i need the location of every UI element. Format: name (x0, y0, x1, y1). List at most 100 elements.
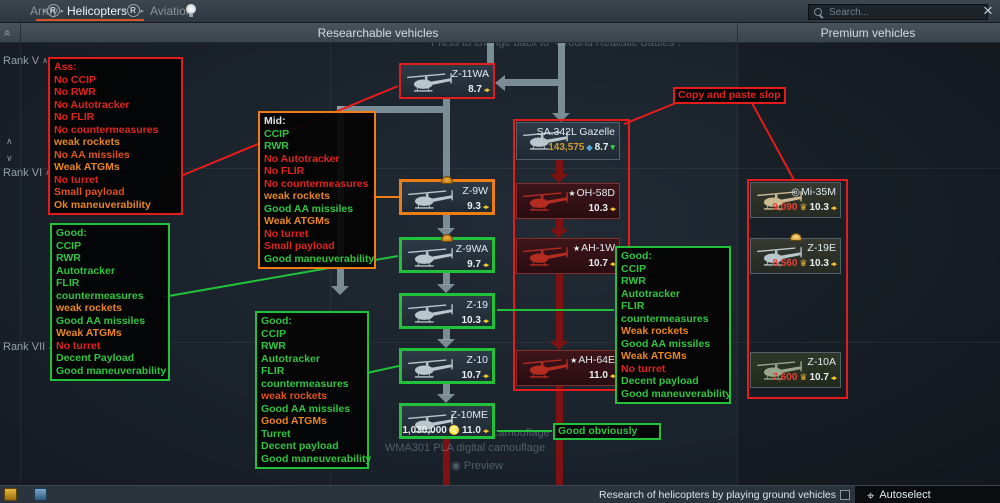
battle-rating: 10.7 (462, 370, 481, 381)
research-points-icon: ◆ (586, 143, 592, 152)
vehicle-card-z11wa[interactable]: Z-11WA 8.7◂▸ (399, 63, 495, 99)
annotation-line: FLIR (621, 300, 725, 313)
br-down-icon: ▾ (610, 142, 615, 153)
annotation-line: Mid: (264, 115, 370, 128)
top-bar: Army ◂R▸ Helicopters ◂R▸ Aviation × (0, 0, 1000, 23)
vehicle-card-z9wa[interactable]: Z-9WA 9.7◂▸ (399, 237, 495, 273)
annotation-line: countermeasures (621, 313, 725, 326)
tree-connector-arrowhead (437, 339, 455, 348)
vehicle-name: Z-10A (807, 356, 836, 368)
annotation-line: Good ATGMs (261, 415, 363, 428)
vehicle-card-ah64e[interactable]: ★AH-64E 11.0◂▸ (516, 350, 620, 386)
annotation-line: weak rockets (54, 136, 177, 149)
active-tab-underline (36, 19, 144, 21)
br-arrows-icon: ◂▸ (484, 86, 489, 94)
annotation-line: No turret (621, 363, 725, 376)
rank-vi-label[interactable]: Rank VI ∧ (3, 167, 51, 179)
annotation-note-good-obviously: Good obviously (553, 423, 661, 440)
vehicle-card-z9w[interactable]: Z-9W 9.3◂▸ (399, 179, 495, 215)
br-arrows-icon: ◂▸ (483, 372, 488, 380)
rank-vii-label[interactable]: Rank VII ∧ (3, 341, 54, 353)
controller-hint-right-icon: ◂R▸ (122, 4, 144, 17)
vehicle-card-z10[interactable]: Z-10 10.7◂▸ (399, 348, 495, 384)
annotation-line: Weak rockets (621, 325, 725, 338)
vehicle-card-gazelle[interactable]: SA.342L Gazelle 143,575◆8.7▾ (516, 122, 620, 160)
annotation-note-copy-paste: Copy and paste slop (673, 87, 786, 104)
premium-marker-icon: ◎ (791, 187, 800, 198)
golden-eagles-icon: ♛ (799, 372, 807, 383)
annotation-line: RWR (621, 275, 725, 288)
tree-connector-arrowhead (437, 394, 455, 403)
vehicle-name: OH-58D (576, 187, 615, 199)
search-input[interactable] (827, 6, 982, 19)
panel-header-bar: » Researchable vehicles Premium vehicles (0, 22, 1000, 43)
vehicle-card-z19[interactable]: Z-19 10.3◂▸ (399, 293, 495, 329)
annotation-line: Weak ATGMs (56, 327, 164, 340)
annotation-line: Weak ATGMs (621, 350, 725, 363)
annotation-line: No countermeasures (264, 178, 370, 191)
helicopter-silhouette-icon (519, 190, 573, 213)
br-arrows-icon: ◂▸ (610, 205, 615, 213)
tree-connector (505, 79, 558, 86)
helicopter-silhouette-icon (404, 246, 458, 269)
folder-badge-icon[interactable] (441, 176, 453, 184)
vehicle-card-ah1w[interactable]: ★AH-1W 10.7◂▸ (516, 238, 620, 274)
helicopter-silhouette-icon (404, 357, 458, 380)
annotation-line: CCIP (264, 128, 370, 141)
annotation-line: Weak ATGMs (54, 161, 177, 174)
vehicle-name: Z-10ME (451, 409, 488, 421)
battle-rating: 10.7 (589, 258, 608, 269)
vehicle-card-mi35m[interactable]: ◎Mi-35M 9,090♛10.3◂▸ (750, 182, 841, 218)
camo-preview-button[interactable]: ◉ Preview (451, 459, 503, 472)
bottom-left-icon-1[interactable] (4, 488, 17, 501)
annotation-line: No turret (264, 228, 370, 241)
annotation-line: No RWR (54, 86, 177, 99)
us-star-icon: ★ (570, 356, 577, 365)
annotation-line: Decent payload (621, 375, 725, 388)
vehicle-card-z19e[interactable]: Z-19E 8,560♛10.3◂▸ (750, 238, 841, 274)
folder-badge-icon[interactable] (441, 234, 453, 242)
battle-rating: 10.7 (810, 372, 829, 383)
vehicle-name: Z-11WA (452, 68, 489, 80)
annotation-line: CCIP (56, 240, 164, 253)
annotation-line: Ok maneuverability (54, 199, 177, 212)
rank-scroll-up-icon[interactable]: ∧ (6, 136, 13, 147)
autoselect-label: Autoselect (879, 489, 930, 501)
vehicle-price: 8,560 (772, 258, 797, 269)
annotation-note-good-z19: Good:CCIPRWRAutotrackerFLIRcountermeasur… (615, 246, 731, 404)
annotation-line: No FLIR (54, 111, 177, 124)
close-icon[interactable]: × (983, 0, 993, 22)
rank-scroll-down-icon[interactable]: ∨ (6, 153, 13, 164)
autoselect-button[interactable]: ⌖ Autoselect (855, 486, 1000, 503)
annotation-line: weak rockets (56, 302, 164, 315)
vehicle-card-z10a[interactable]: Z-10A 7,600♛10.7◂▸ (750, 352, 841, 388)
annotation-text: Copy and paste slop (678, 90, 781, 101)
vehicle-card-oh58d[interactable]: ★OH-58D 10.3◂▸ (516, 183, 620, 219)
bottom-left-icon-2[interactable] (34, 488, 47, 501)
annotation-line: FLIR (56, 277, 164, 290)
br-arrows-icon: ◂▸ (483, 317, 488, 325)
br-arrows-icon: ◂▸ (831, 374, 836, 382)
tab-helicopters[interactable]: Helicopters (67, 4, 127, 18)
battle-rating: 10.3 (810, 258, 829, 269)
vehicle-name: AH-1W (581, 242, 615, 254)
rank-v-label[interactable]: Rank V ∧ (3, 55, 48, 67)
research-with-ground-checkbox[interactable] (840, 490, 850, 500)
annotation-line: Autotracker (56, 265, 164, 278)
annotation-line: Ass: (54, 61, 177, 74)
collapse-up-icon[interactable]: » (0, 30, 13, 37)
tree-connector-red (556, 160, 563, 175)
search-box[interactable] (808, 4, 988, 20)
annotation-line: Good AA missiles (621, 338, 725, 351)
vehicle-card-z10me[interactable]: Z-10ME 1,030,000♌11.0◂▸ (399, 403, 495, 439)
tree-connector (558, 42, 565, 113)
vehicle-price: 1,030,000 (402, 425, 447, 436)
eye-icon: ◉ (451, 460, 461, 472)
tree-connector-arrowhead (550, 174, 568, 183)
tree-connector-arrowhead (331, 286, 349, 295)
vehicle-name: Mi-35M (801, 186, 836, 198)
helicopter-silhouette-icon (403, 71, 457, 94)
premium-badge-icon (790, 233, 802, 241)
annotation-line: Good maneuverability (56, 365, 164, 378)
annotation-line: Small payload (264, 240, 370, 253)
